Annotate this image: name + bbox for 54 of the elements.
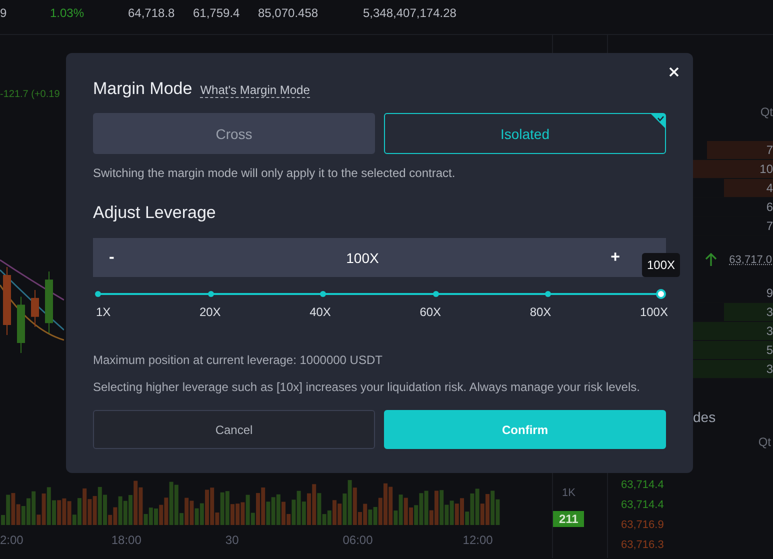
slider-thumb[interactable]: [656, 289, 666, 299]
order-qty: 6: [766, 200, 773, 214]
order-qty: 4: [766, 181, 773, 195]
last-price[interactable]: 63,717.0: [729, 254, 772, 266]
ticker-value: 5,348,407,174.28: [363, 6, 456, 20]
order-qty: 3: [766, 324, 773, 338]
column-header: Qt: [760, 105, 773, 119]
slider-mark-label[interactable]: 20X: [199, 305, 221, 319]
section-title: Adjust Leverage: [93, 203, 217, 223]
order-qty: 3: [766, 305, 773, 319]
column-header: Qt: [758, 435, 771, 449]
time-label: 2:00: [0, 533, 24, 547]
slider-mark-label[interactable]: 40X: [310, 305, 331, 319]
order-qty: 10: [760, 162, 773, 176]
time-label: 12:00: [462, 533, 493, 547]
order-qty: 9: [766, 286, 773, 300]
time-label: 18:00: [111, 533, 142, 547]
slider-mark-label[interactable]: 60X: [420, 305, 442, 319]
help-link[interactable]: What's Margin Mode: [200, 83, 310, 98]
mode-note: Switching the margin mode will only apply it to the selected contract.: [93, 166, 456, 180]
trades-title: des: [693, 409, 716, 425]
ticker-value: 61,759.4: [193, 6, 241, 20]
ticker-value: 1.03%: [50, 6, 86, 20]
slider-mark-label[interactable]: 80X: [530, 305, 552, 319]
volume-badge: 211: [553, 511, 584, 527]
trade-price: 63,716.9: [621, 518, 664, 533]
time-label: 06:00: [342, 533, 373, 547]
cancel-button[interactable]: Cancel: [93, 410, 375, 449]
up-arrow-icon: [705, 253, 718, 267]
max-position-text: Maximum position at current leverage: 1000000 USDT: [93, 353, 384, 367]
time-label: 30: [225, 533, 239, 547]
order-qty: 3: [766, 362, 773, 376]
order-qty: 5: [766, 343, 773, 357]
ticker-value: 64,718.8: [128, 6, 176, 20]
trade-price: 63,714.4: [621, 498, 664, 513]
price-change: -121.7 (+0.19: [0, 89, 60, 100]
risk-warning: Selecting higher leverage such as [10x] increases your liquidation risk. Always manage your risk levels.: [93, 380, 641, 394]
mode-option[interactable]: Isolated: [384, 113, 666, 154]
order-qty: 7: [766, 219, 773, 233]
trade-price: 63,716.3: [621, 538, 664, 553]
leverage-value: 100X: [346, 250, 379, 266]
ticker-value: 9: [0, 6, 8, 20]
mode-option[interactable]: Cross: [93, 113, 375, 154]
slider-mark-label[interactable]: 100X: [640, 305, 668, 319]
slider-mark-label[interactable]: 1X: [96, 305, 111, 319]
check-corner-icon: [651, 114, 665, 128]
order-qty: 7: [766, 143, 773, 157]
increase-button[interactable]: +: [606, 248, 624, 266]
slider-tooltip: 100X: [642, 253, 680, 277]
dialog-title: Margin Mode: [93, 79, 192, 99]
decrease-button[interactable]: -: [105, 248, 118, 266]
trade-price: 63,714.4: [621, 478, 664, 493]
volume-label: 1K: [562, 487, 576, 499]
ticker-value: 85,070.458: [258, 6, 320, 20]
